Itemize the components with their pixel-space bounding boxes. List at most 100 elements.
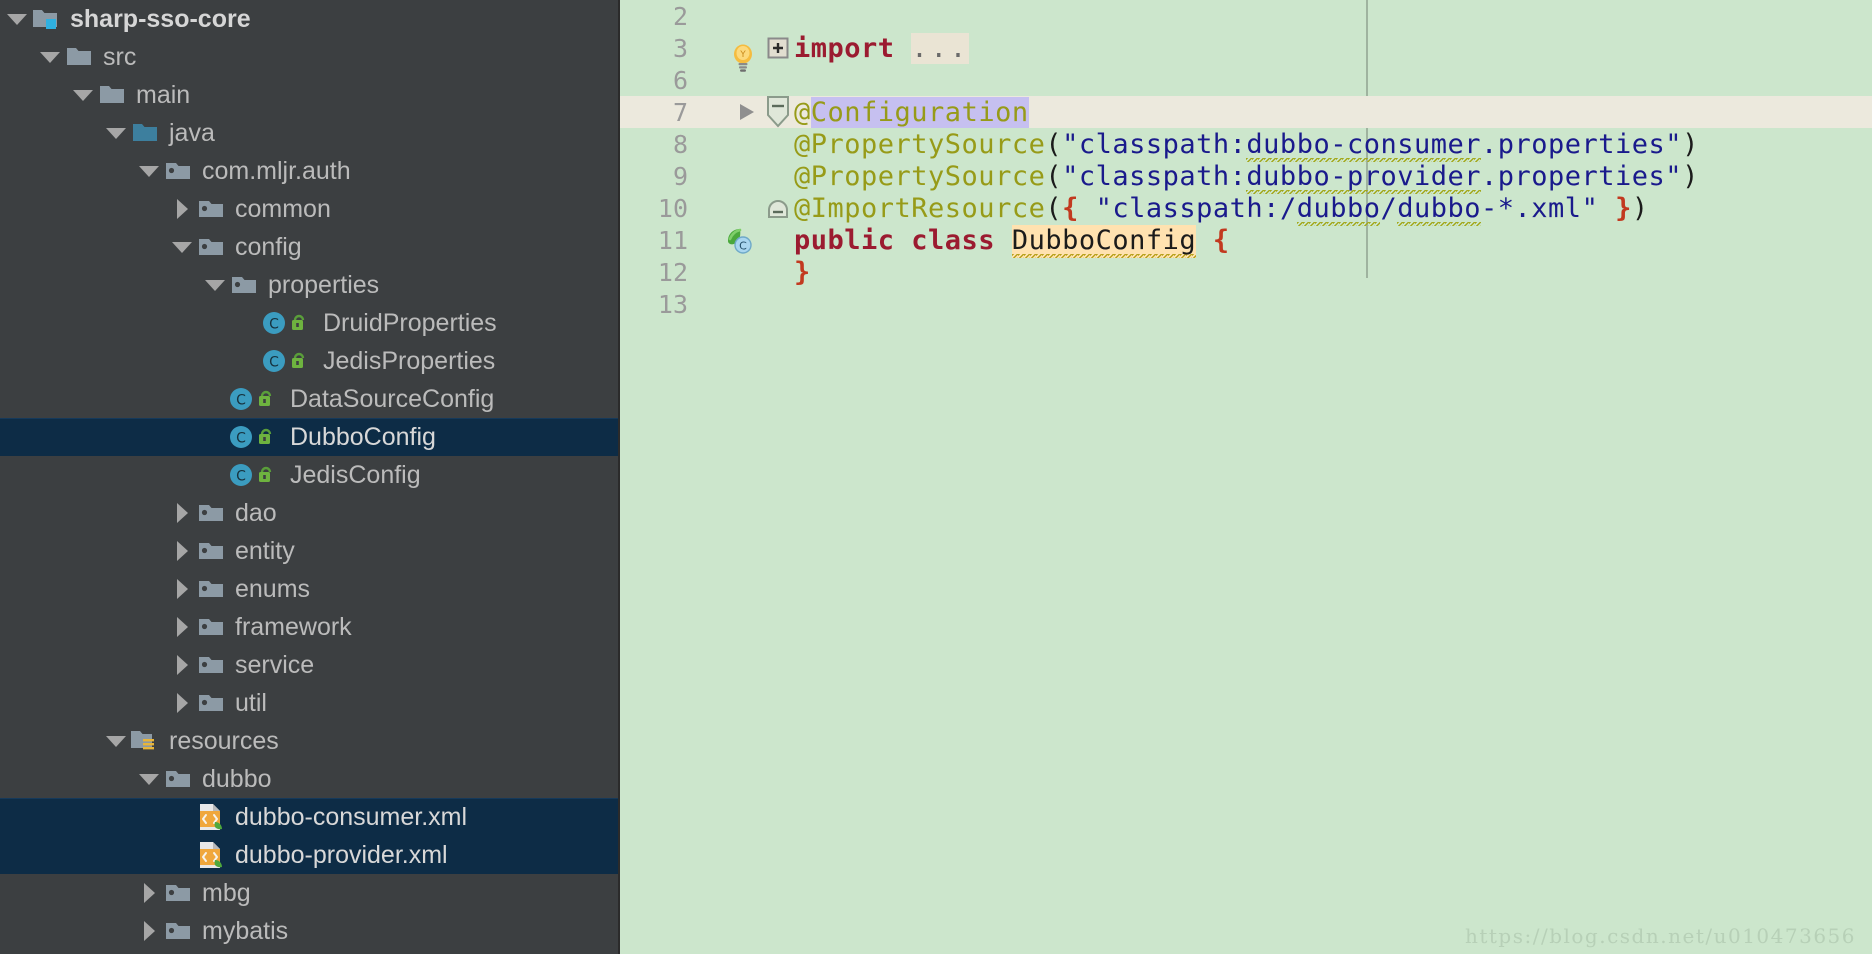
line-number: 9: [672, 161, 688, 191]
spring-xml-icon: [195, 836, 229, 874]
code-line[interactable]: 6 Y: [620, 44, 1872, 96]
code-token: @ImportResource: [794, 192, 1046, 224]
package-icon: [195, 190, 229, 228]
tree-item-com-mljr-auth[interactable]: com.mljr.auth: [0, 152, 620, 190]
chevron-right-icon[interactable]: [169, 570, 195, 608]
source-root-icon: [129, 114, 163, 152]
svg-text:C: C: [269, 355, 279, 371]
code-token: (: [1045, 192, 1063, 224]
chevron-right-icon[interactable]: [169, 646, 195, 684]
module-folder-icon: [30, 0, 64, 38]
tree-item-datasourceconfig[interactable]: C DataSourceConfig: [0, 380, 620, 418]
tree-item-dubboconfig[interactable]: C DubboConfig: [0, 418, 620, 456]
tree-item-jedisconfig[interactable]: C JedisConfig: [0, 456, 620, 494]
spring-bean-icon[interactable]: C: [700, 224, 766, 256]
chevron-down-icon[interactable]: [103, 722, 129, 760]
chevron-right-icon[interactable]: [169, 684, 195, 722]
lightbulb-icon[interactable]: Y: [700, 44, 766, 96]
tree-item-mybatis[interactable]: mybatis: [0, 912, 620, 950]
fold-empty: [766, 0, 794, 32]
tree-item-label: dubbo: [202, 764, 272, 793]
code-token: DubboConfig: [1011, 224, 1197, 258]
code-line[interactable]: 9 @PropertySource("classpath:dubbo-provid…: [620, 160, 1872, 197]
chevron-down-icon[interactable]: [202, 266, 228, 304]
code-editor[interactable]: 23 import ... 6 Y 7 @Configuration 8 @Prope…: [620, 0, 1872, 954]
chevron-right-icon[interactable]: [169, 532, 195, 570]
chevron-down-icon[interactable]: [169, 228, 195, 266]
tree-item-jedisproperties[interactable]: C JedisProperties: [0, 342, 620, 380]
tree-item-dao[interactable]: dao: [0, 494, 620, 532]
tree-item-dubbo[interactable]: dubbo: [0, 760, 620, 798]
chevron-right-icon[interactable]: [136, 874, 162, 912]
gutter-empty: [700, 0, 766, 32]
code-line[interactable]: 8 @PropertySource("classpath:dubbo-consum…: [620, 128, 1872, 165]
tree-item-label: service: [235, 650, 315, 679]
tree-item-label: JedisConfig: [290, 460, 421, 489]
fold-collapse-icon[interactable]: [740, 96, 794, 128]
chevron-down-icon[interactable]: [70, 76, 96, 114]
code-line[interactable]: 13: [620, 288, 1872, 320]
tree-item-sharp-sso-core[interactable]: sharp-sso-core: [0, 0, 620, 38]
tree-item-service[interactable]: service: [0, 646, 620, 684]
tree-item-label: common: [235, 194, 331, 223]
code-line[interactable]: 10 @ImportResource({ "classpath:/dubbo/d…: [620, 192, 1872, 229]
chevron-down-icon[interactable]: [103, 114, 129, 152]
chevron-right-icon[interactable]: [169, 190, 195, 228]
chevron-right-icon[interactable]: [136, 912, 162, 950]
tree-item-properties[interactable]: properties: [0, 266, 620, 304]
chevron-right-icon[interactable]: [169, 494, 195, 532]
project-tree-panel[interactable]: sharp-sso-core src main java com.mljr.au…: [0, 0, 620, 954]
tree-item-src[interactable]: src: [0, 38, 620, 76]
tree-item-label: util: [235, 688, 267, 717]
fold-expand-icon[interactable]: [766, 32, 794, 64]
svg-text:C: C: [236, 469, 246, 485]
code-lines: 23 import ... 6 Y 7 @Configuration 8 @Prope…: [620, 0, 1872, 320]
chevron-down-icon[interactable]: [136, 152, 162, 190]
code-text: import ...: [794, 32, 970, 64]
tree-item-framework[interactable]: framework: [0, 608, 620, 646]
code-token: ): [1682, 160, 1699, 192]
code-text: }: [794, 259, 811, 286]
code-token: ): [1631, 192, 1649, 224]
code-token: ...: [911, 32, 970, 64]
code-text: @ImportResource({ "classpath:/dubbo/dubb…: [794, 192, 1649, 229]
tree-item-config[interactable]: config: [0, 228, 620, 266]
fold-empty: [766, 128, 794, 160]
tree-item-label: dao: [235, 498, 277, 527]
tree-item-util[interactable]: util: [0, 684, 620, 722]
java-class-icon: C: [228, 456, 284, 494]
tree-item-druidproperties[interactable]: C DruidProperties: [0, 304, 620, 342]
chevron-down-icon[interactable]: [4, 0, 30, 38]
tree-item-mbg[interactable]: mbg: [0, 874, 620, 912]
chevron-down-icon[interactable]: [37, 38, 63, 76]
tree-item-entity[interactable]: entity: [0, 532, 620, 570]
code-line[interactable]: 12}: [620, 256, 1872, 288]
tree-item-java[interactable]: java: [0, 114, 620, 152]
tree-item-dubbo-consumer-xml[interactable]: dubbo-consumer.xml: [0, 798, 620, 836]
code-line[interactable]: 3 import ...: [620, 32, 1872, 64]
chevron-down-icon[interactable]: [136, 760, 162, 798]
chevron-right-icon[interactable]: [169, 608, 195, 646]
code-text: @PropertySource("classpath:dubbo-consume…: [794, 128, 1699, 165]
tree-item-resources[interactable]: resources: [0, 722, 620, 760]
resources-root-icon: [129, 722, 163, 760]
tree-item-enums[interactable]: enums: [0, 570, 620, 608]
tree-item-common[interactable]: common: [0, 190, 620, 228]
tree-item-label: JedisProperties: [323, 346, 496, 375]
package-icon: [195, 494, 229, 532]
tree-item-dubbo-provider-xml[interactable]: dubbo-provider.xml: [0, 836, 620, 874]
fold-collapse-icon[interactable]: [766, 192, 794, 224]
code-token: }: [794, 256, 811, 288]
code-line[interactable]: 2: [620, 0, 1872, 32]
tree-item-main[interactable]: main: [0, 76, 620, 114]
tree-item-label: src: [103, 42, 137, 71]
code-line[interactable]: 7 @Configuration: [620, 96, 1872, 128]
svg-text:C: C: [269, 317, 279, 333]
code-line[interactable]: 11 C public class DubboConfig {: [620, 224, 1872, 258]
